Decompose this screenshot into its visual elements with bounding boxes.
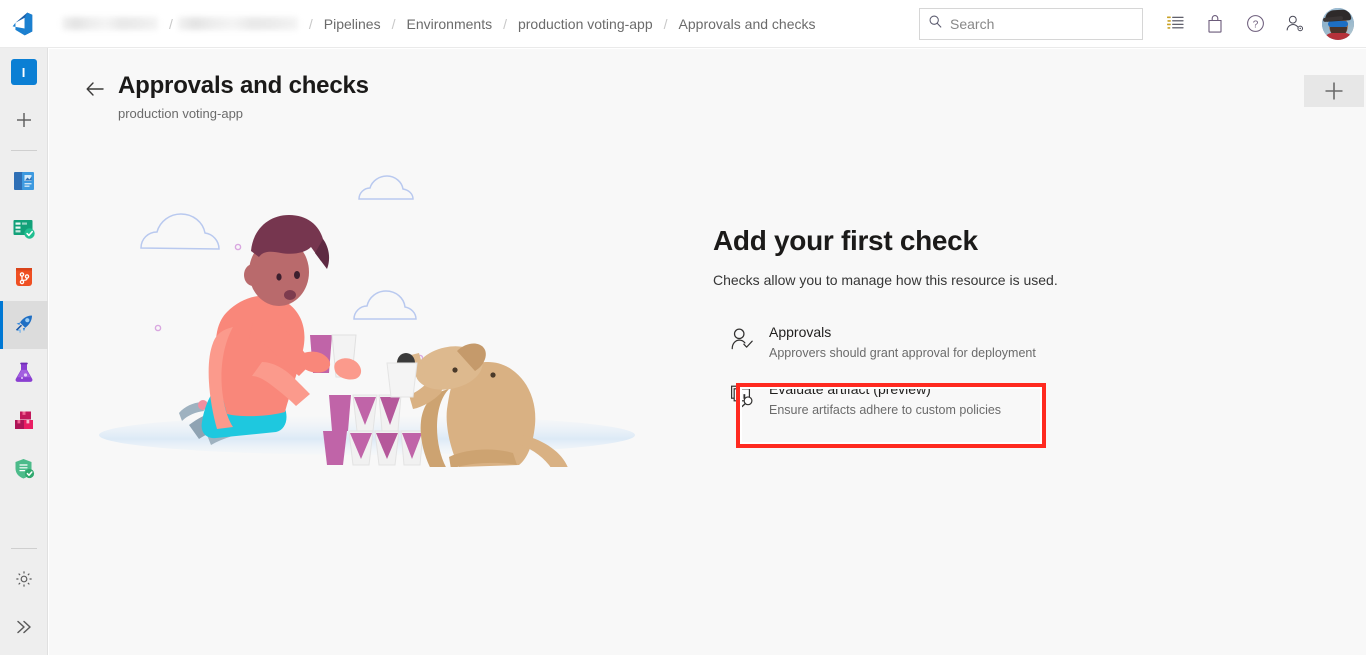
boards-icon	[13, 220, 35, 239]
rail-divider-bottom	[10, 548, 37, 549]
zero-state-panel: Add your first check Checks allow you to…	[713, 167, 1143, 428]
user-settings-icon[interactable]	[1275, 0, 1315, 48]
test-plans-flask-icon	[15, 362, 32, 382]
page-title: Approvals and checks	[118, 72, 369, 99]
person-head	[244, 215, 330, 306]
check-option-title: Evaluate artifact (preview)	[769, 381, 931, 397]
breadcrumb-separator: /	[391, 15, 396, 32]
add-check-button[interactable]	[1304, 75, 1364, 107]
search-placeholder: Search	[950, 15, 995, 32]
breadcrumb-item-pipelines[interactable]: Pipelines	[324, 16, 381, 32]
repos-icon	[15, 268, 32, 286]
boards-list-icon[interactable]	[1155, 0, 1195, 48]
breadcrumb-separator: /	[503, 15, 507, 32]
evaluate-artifact-chart-search-icon	[725, 380, 759, 408]
pipelines-rocket-icon	[15, 315, 32, 333]
breadcrumb-project-blurred[interactable]	[177, 17, 298, 30]
arrow-left-icon	[86, 82, 104, 96]
zero-state-description: Checks allow you to manage how this reso…	[713, 272, 1058, 288]
project-settings-gear-icon[interactable]	[0, 555, 48, 603]
breadcrumb-item-environments[interactable]: Environments	[407, 16, 493, 32]
top-navigation-bar: / / Pipelines / Environments / productio…	[0, 0, 1366, 48]
back-button[interactable]	[83, 77, 107, 101]
check-type-list: Approvals Approvers should grant approva…	[713, 314, 1143, 428]
page-subtitle: production voting-app	[118, 106, 244, 121]
breadcrumb-organization-blurred[interactable]	[62, 17, 158, 30]
search-icon	[928, 14, 943, 34]
approvals-person-check-icon	[725, 323, 759, 351]
breadcrumb: / / Pipelines / Environments / productio…	[48, 0, 816, 48]
check-option-evaluate-artifact[interactable]: Evaluate artifact (preview) Ensure artif…	[713, 371, 1143, 428]
cup-at-dog-nose	[386, 362, 418, 398]
azure-devops-logo[interactable]	[0, 0, 48, 48]
left-navigation-rail: I	[0, 48, 48, 655]
check-option-description: Ensure artifacts adhere to custom polici…	[769, 403, 1002, 417]
rail-divider	[10, 150, 37, 151]
sidebar-item-pipelines[interactable]	[0, 301, 48, 349]
svg-text:?: ?	[1252, 20, 1258, 31]
breadcrumb-separator: /	[663, 15, 668, 32]
artifacts-icon	[14, 411, 33, 429]
security-shield-icon	[15, 459, 34, 479]
project-initial-letter: I	[21, 64, 26, 80]
empty-state-illustration	[57, 167, 677, 484]
new-item-plus-button[interactable]	[0, 96, 48, 144]
project-initial-tile[interactable]: I	[0, 48, 48, 96]
user-avatar[interactable]	[1322, 7, 1354, 40]
check-option-text: Approvals Approvers should grant approva…	[759, 323, 1036, 362]
check-option-title: Approvals	[769, 324, 832, 340]
breadcrumb-separator: /	[308, 15, 313, 32]
overview-icon	[13, 172, 34, 190]
marketplace-bag-icon[interactable]	[1195, 0, 1235, 48]
plus-icon	[16, 113, 31, 127]
expand-collapse-chevrons-icon[interactable]	[0, 603, 48, 651]
search-input[interactable]: Search	[919, 7, 1143, 40]
sidebar-item-repos[interactable]	[0, 253, 48, 301]
plus-icon	[1325, 82, 1343, 100]
cups-in-hands	[299, 334, 362, 380]
sidebar-item-overview[interactable]	[0, 157, 48, 205]
check-option-text: Evaluate artifact (preview) Ensure artif…	[759, 380, 1001, 419]
breadcrumb-item-approvals-and-checks[interactable]: Approvals and checks	[679, 16, 816, 32]
sidebar-item-boards[interactable]	[0, 205, 48, 253]
page-header: Approvals and checks production voting-a…	[49, 49, 1366, 125]
sidebar-item-advanced-security[interactable]	[0, 445, 48, 493]
main-content: Approvals and checks production voting-a…	[49, 49, 1366, 655]
help-question-icon[interactable]: ?	[1235, 0, 1275, 48]
rail-bottom-group	[0, 542, 48, 655]
check-option-approvals[interactable]: Approvals Approvers should grant approva…	[713, 314, 1143, 371]
sidebar-item-test-plans[interactable]	[0, 349, 48, 397]
zero-state-heading: Add your first check	[713, 225, 978, 256]
breadcrumb-item-environment[interactable]: production voting-app	[518, 16, 653, 32]
check-option-description: Approvers should grant approval for depl…	[769, 346, 1036, 360]
topbar-actions: Search ?	[919, 0, 1366, 48]
avatar-shirt	[1324, 32, 1353, 40]
zero-data-area: Add your first check Checks allow you to…	[49, 125, 1366, 484]
sidebar-item-artifacts[interactable]	[0, 397, 48, 445]
